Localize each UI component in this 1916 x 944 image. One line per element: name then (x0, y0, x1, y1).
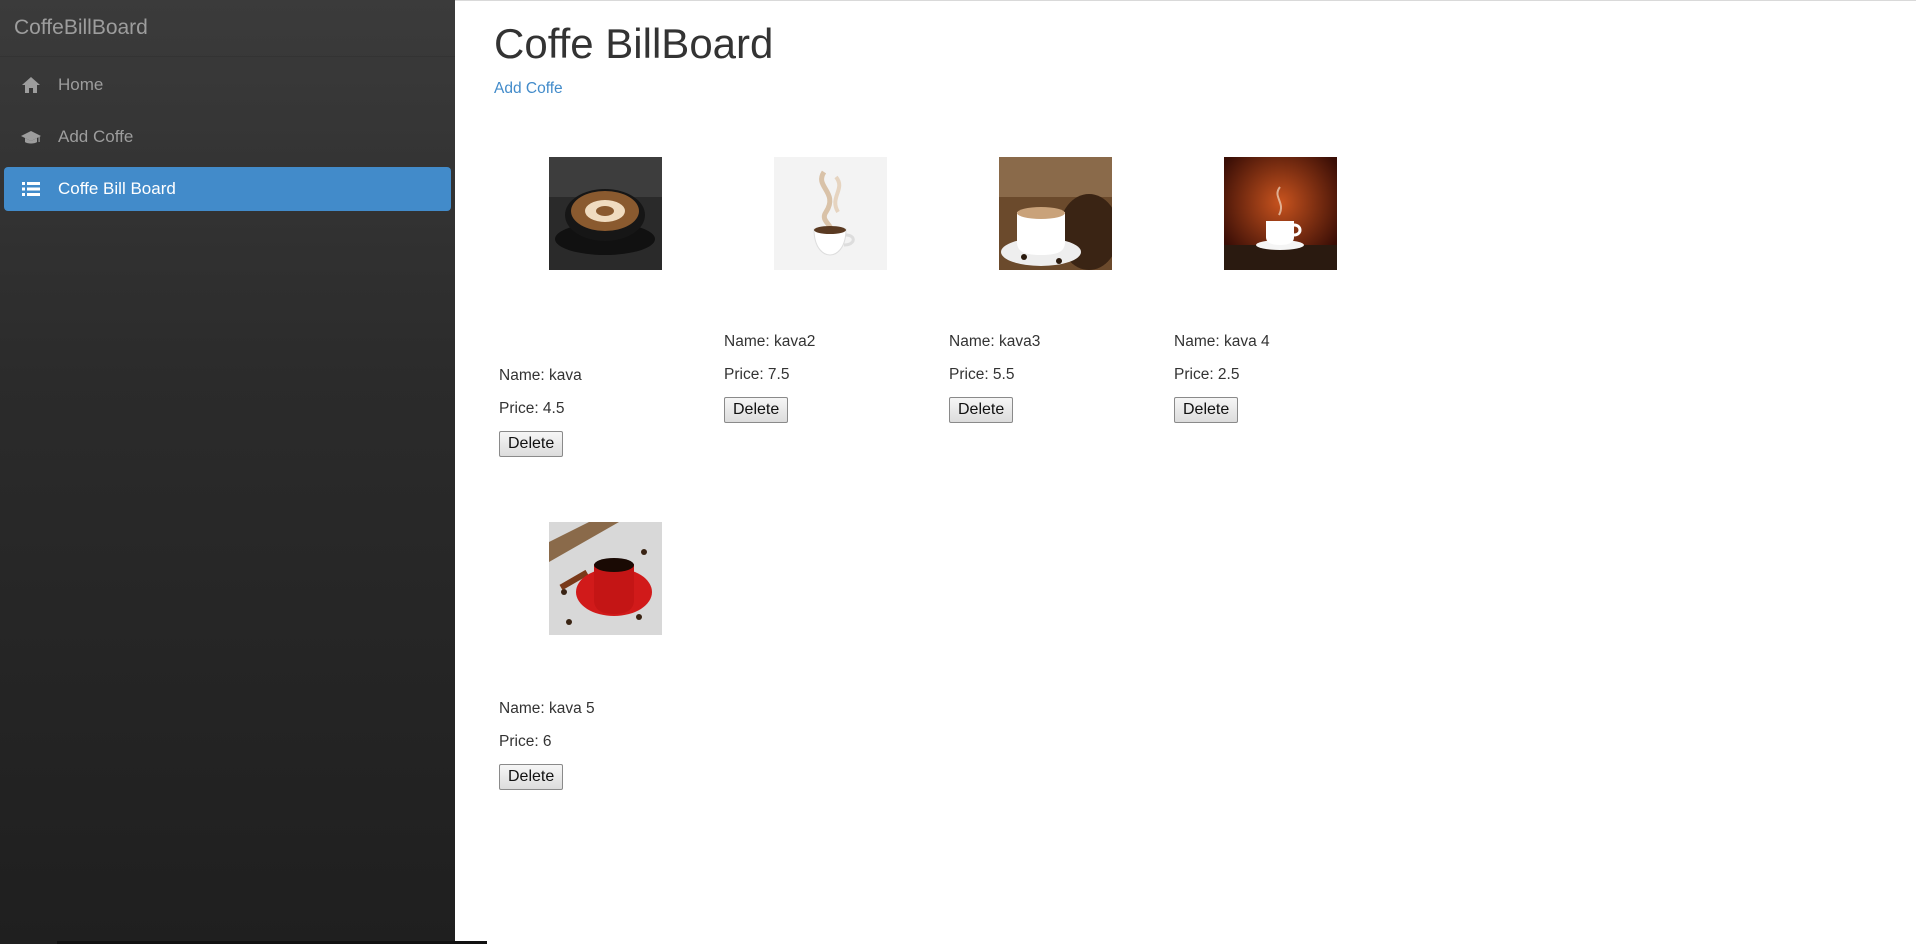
list-icon (20, 179, 42, 199)
sidebar-item-add-coffe[interactable]: Add Coffe (4, 115, 451, 159)
delete-button[interactable]: Delete (949, 397, 1014, 423)
sidebar-item-label: Home (58, 75, 104, 94)
coffee-price: Price: 2.5 (1174, 366, 1240, 383)
delete-button[interactable]: Delete (499, 764, 564, 790)
home-icon (20, 75, 42, 95)
coffee-name: Name: kava2 (724, 333, 816, 350)
coffee-info: Name: kava 4 Price: 2.5 Delete (1174, 332, 1270, 423)
coffee-info: Name: kava 5 Price: 6 Delete (499, 699, 595, 790)
coffee-image (774, 157, 887, 270)
delete-button[interactable]: Delete (724, 397, 789, 423)
coffee-image (549, 522, 662, 635)
coffee-image (1224, 157, 1337, 270)
coffee-image (549, 157, 662, 270)
sidebar-item-coffe-bill-board[interactable]: Coffe Bill Board (4, 167, 451, 211)
coffee-name: Name: kava 5 (499, 700, 595, 717)
sidebar-item-label: Add Coffe (58, 127, 134, 146)
coffee-price: Price: 5.5 (949, 366, 1015, 383)
brand-title[interactable]: CoffeBillBoard (0, 0, 455, 57)
add-coffe-link[interactable]: Add Coffe (494, 80, 563, 98)
coffee-info: Name: kava3 Price: 5.5 Delete (949, 332, 1040, 423)
delete-button[interactable]: Delete (499, 431, 564, 457)
coffee-name: Name: kava 4 (1174, 333, 1270, 350)
page-title: Coffe BillBoard (494, 20, 774, 67)
graduation-cap-icon (20, 127, 42, 147)
delete-button[interactable]: Delete (1174, 397, 1239, 423)
sidebar: CoffeBillBoard Home Add Coffe Coffe Bill… (0, 0, 455, 944)
coffee-price: Price: 4.5 (499, 400, 565, 417)
sidebar-nav: Home Add Coffe Coffe Bill Board (0, 57, 455, 211)
sidebar-item-home[interactable]: Home (4, 63, 451, 107)
main-content: Coffe BillBoard Add Coffe Name: kava Pri… (455, 0, 1916, 944)
coffee-image (999, 157, 1112, 270)
coffee-name: Name: kava3 (949, 333, 1041, 350)
coffee-price: Price: 7.5 (724, 366, 790, 383)
coffee-name: Name: kava (499, 367, 582, 384)
sidebar-item-label: Coffe Bill Board (58, 179, 176, 198)
coffee-info: Name: kava2 Price: 7.5 Delete (724, 332, 815, 423)
coffee-price: Price: 6 (499, 733, 552, 750)
coffee-info: Name: kava Price: 4.5 Delete (499, 366, 582, 457)
